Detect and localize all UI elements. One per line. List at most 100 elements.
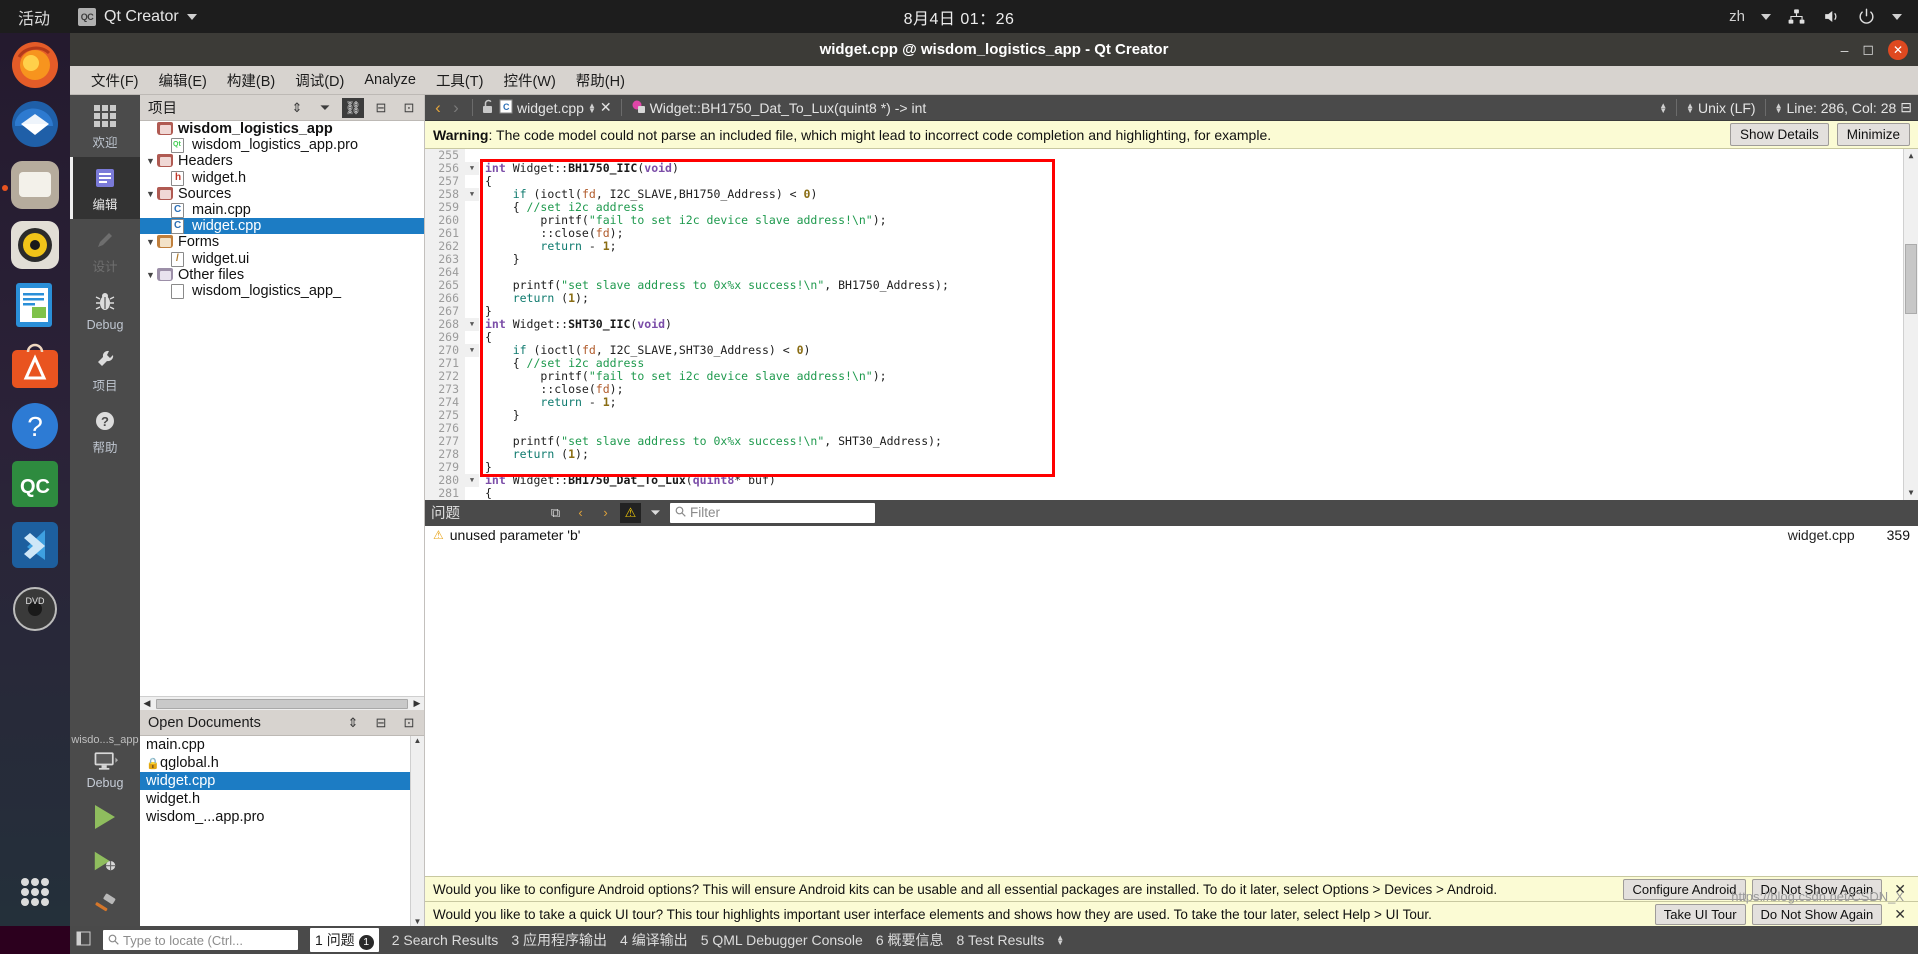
- editor-vertical-scrollbar[interactable]: ▲ ▼: [1903, 149, 1918, 500]
- menu-help[interactable]: 帮助(H): [567, 67, 634, 94]
- navigate-forward-icon[interactable]: ›: [449, 98, 463, 118]
- navigate-back-icon[interactable]: ‹: [431, 98, 445, 118]
- system-menu-chevron-down-icon[interactable]: [1892, 13, 1902, 20]
- open-documents-vertical-scrollbar[interactable]: ▲ ▼: [410, 736, 424, 926]
- dock-item-help[interactable]: ?: [9, 400, 61, 452]
- code-line[interactable]: 275 }: [425, 409, 1918, 422]
- open-document-wisdom-app-pro[interactable]: wisdom_...app.pro: [140, 808, 424, 826]
- mode-design[interactable]: 设计: [70, 219, 140, 281]
- od-close-icon[interactable]: ⊡: [398, 713, 420, 733]
- symbol-spinner[interactable]: ▲ ▼: [1659, 101, 1667, 114]
- expand-output-icon[interactable]: ▲ ▼: [1056, 934, 1064, 947]
- tree-item-widget-ui[interactable]: widget.ui: [140, 251, 424, 267]
- code-line[interactable]: 270 ▼ if (ioctl(fd, I2C_SLAVE,SHT30_Addre…: [425, 344, 1918, 357]
- split-editor-icon[interactable]: ⊟: [1900, 99, 1912, 116]
- fold-marker-icon[interactable]: ▼: [465, 318, 479, 331]
- ui-tour-prompt-close-icon[interactable]: ✕: [1888, 906, 1912, 923]
- tree-item-main-cpp[interactable]: main.cpp: [140, 202, 424, 219]
- menu-tools[interactable]: 工具(T): [427, 67, 493, 94]
- tree-item-forms[interactable]: ▼ Forms: [140, 234, 424, 250]
- run-button[interactable]: [92, 804, 118, 830]
- unlock-icon[interactable]: [482, 99, 495, 117]
- project-tree[interactable]: wisdom_logistics_appwisdom_logistics_app…: [140, 121, 424, 710]
- link-with-editor-icon[interactable]: ⛓: [342, 97, 364, 118]
- close-button[interactable]: ✕: [1888, 39, 1908, 60]
- dock-item-dvd-drive[interactable]: DVD: [9, 583, 61, 635]
- file-selector-spinner[interactable]: ▲ ▼: [588, 101, 596, 114]
- system-clock[interactable]: 8月4日 01：26: [904, 5, 1015, 29]
- scroll-left-arrow-icon[interactable]: ◀: [140, 698, 154, 709]
- mode-help[interactable]: ? 帮助: [70, 400, 140, 462]
- code-line[interactable]: 273 ::close(fd);: [425, 383, 1918, 396]
- scrollbar-thumb[interactable]: [1905, 244, 1917, 314]
- open-document-qglobal-h[interactable]: 🔒 qglobal.h: [140, 754, 424, 772]
- code-line[interactable]: 256 ▼ int Widget::BH1750_IIC(void): [425, 162, 1918, 175]
- scroll-down-arrow-icon[interactable]: ▼: [1904, 486, 1918, 500]
- editor-filename[interactable]: widget.cpp: [517, 100, 584, 116]
- tree-item-widget-cpp[interactable]: widget.cpp: [140, 218, 424, 235]
- open-document-widget-cpp[interactable]: widget.cpp: [140, 772, 424, 790]
- issue-row[interactable]: ⚠ unused parameter 'b' widget.cpp 359: [425, 526, 1918, 545]
- code-line[interactable]: 258 ▼ if (ioctl(fd, I2C_SLAVE,BH1750_Addr…: [425, 188, 1918, 201]
- menu-debug[interactable]: 调试(D): [286, 67, 353, 94]
- fold-marker-icon[interactable]: ▼: [465, 188, 479, 201]
- dock-item-thunderbird[interactable]: [9, 98, 61, 150]
- minimize-warning-button[interactable]: Minimize: [1836, 123, 1910, 146]
- tree-twisty-icon[interactable]: ▼: [144, 189, 157, 199]
- code-line[interactable]: 272 printf("fail to set i2c device slave…: [425, 370, 1918, 383]
- code-line[interactable]: 268 ▼ int Widget::SHT30_IIC(void): [425, 318, 1918, 331]
- code-line[interactable]: 277 printf("set slave address to 0x%x su…: [425, 435, 1918, 448]
- desktop-kit-icon[interactable]: [92, 748, 118, 774]
- open-document-main-cpp[interactable]: main.cpp: [140, 736, 424, 754]
- build-button[interactable]: [92, 892, 118, 918]
- menu-edit[interactable]: 编辑(E): [150, 67, 216, 94]
- menu-analyze[interactable]: Analyze: [355, 69, 425, 91]
- show-details-button[interactable]: Show Details: [1729, 123, 1829, 146]
- tree-item-wisdom-logistics-app-pro[interactable]: wisdom_logistics_app.pro: [140, 137, 424, 154]
- tree-twisty-icon[interactable]: ▼: [144, 237, 157, 247]
- sort-filter-icon[interactable]: ⇕: [286, 98, 308, 118]
- symbol-selector[interactable]: Widget::BH1750_Dat_To_Lux(quint8 *) -> i…: [650, 100, 927, 116]
- tree-item-sources[interactable]: ▼ Sources: [140, 186, 424, 202]
- code-line[interactable]: 266 return (1);: [425, 292, 1918, 305]
- locator-input[interactable]: Type to locate (Ctrl...: [103, 930, 298, 950]
- code-line[interactable]: 278 return (1);: [425, 448, 1918, 461]
- volume-icon[interactable]: [1822, 7, 1841, 26]
- tree-item-headers[interactable]: ▼ Headers: [140, 153, 424, 169]
- code-line[interactable]: 261 ::close(fd);: [425, 227, 1918, 240]
- tree-item-wisdom-logistics-app[interactable]: wisdom_logistics_app: [140, 121, 424, 137]
- dock-item-libreoffice-writer[interactable]: [9, 279, 61, 331]
- take-ui-tour-button[interactable]: Take UI Tour: [1654, 903, 1746, 925]
- hscrollbar-thumb[interactable]: [156, 698, 408, 709]
- close-icon[interactable]: ⊡: [398, 98, 420, 118]
- tree-item-wisdom-logistics-app-[interactable]: wisdom_logistics_app_: [140, 283, 424, 299]
- encoding-spinner[interactable]: ▲ ▼: [1775, 101, 1783, 114]
- maximize-button[interactable]: ◻: [1862, 41, 1874, 58]
- prev-issue-icon[interactable]: ‹: [570, 503, 591, 523]
- output-tab-qml-debugger-console[interactable]: 5 QML Debugger Console: [701, 932, 863, 948]
- line-ending-spinner[interactable]: ▲ ▼: [1686, 101, 1694, 114]
- menu-window[interactable]: 控件(W): [494, 67, 564, 94]
- output-tab--[interactable]: 1 问题 1: [310, 928, 379, 952]
- mode-edit[interactable]: 编辑: [70, 157, 140, 219]
- mode-debug[interactable]: Debug: [70, 281, 140, 338]
- ui-tour-do-not-show-again-button[interactable]: Do Not Show Again: [1751, 903, 1883, 925]
- tree-twisty-icon[interactable]: ▼: [144, 270, 157, 280]
- window-titlebar[interactable]: widget.cpp @ wisdom_logistics_app - Qt C…: [70, 33, 1918, 66]
- output-tab--[interactable]: 4 编译输出: [620, 930, 688, 950]
- code-line[interactable]: 280 ▼ int Widget::BH1750_Dat_To_Lux(quint8…: [425, 474, 1918, 487]
- code-line[interactable]: 265 printf("set slave address to 0x%x su…: [425, 279, 1918, 292]
- next-issue-icon[interactable]: ›: [595, 503, 616, 523]
- dock-item-firefox[interactable]: [9, 39, 61, 91]
- fold-marker-icon[interactable]: ▼: [465, 474, 479, 487]
- open-documents-list[interactable]: main.cpp 🔒 qglobal.h widget.cpp widget.h wisd…: [140, 736, 424, 926]
- mode-welcome[interactable]: 欢迎: [70, 95, 140, 157]
- output-tab-search-results[interactable]: 2 Search Results: [392, 932, 499, 948]
- tree-item-other-files[interactable]: ▼ Other files: [140, 267, 424, 283]
- language-indicator[interactable]: zh: [1729, 8, 1745, 25]
- output-tab--[interactable]: 6 概要信息: [876, 930, 944, 950]
- project-tree-horizontal-scrollbar[interactable]: ◀ ▶: [140, 696, 424, 710]
- sidebar-toggle-icon[interactable]: [76, 931, 91, 949]
- tree-twisty-icon[interactable]: ▼: [144, 156, 157, 166]
- split-icon[interactable]: ⊟: [370, 98, 392, 118]
